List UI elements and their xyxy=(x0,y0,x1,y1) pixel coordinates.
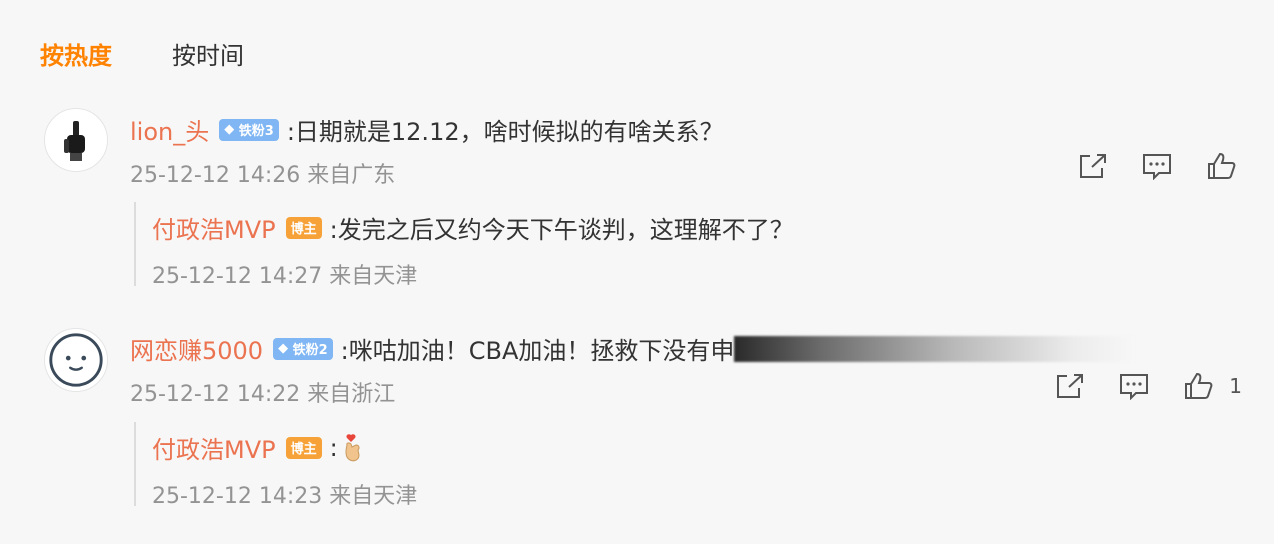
reply-item: 付政浩MVP 博主 : 25-12-12 14:23 来自天津 xyxy=(134,422,417,509)
blurred-text-overlay xyxy=(734,335,1135,362)
comment-actions xyxy=(1078,152,1242,180)
reply-username[interactable]: 付政浩MVP xyxy=(152,210,276,245)
reply-text: :发完之后又约今天下午谈判，这理解不了？ xyxy=(329,216,794,244)
finger-heart-emoji xyxy=(345,433,360,461)
avatar[interactable] xyxy=(44,328,108,392)
share-icon xyxy=(1057,374,1084,398)
comment-actions: 1 xyxy=(1055,372,1242,400)
fan-badge-label: 铁粉3 xyxy=(238,124,274,139)
comment-icon xyxy=(1120,374,1149,400)
tab-by-time[interactable]: 按时间 xyxy=(172,36,244,71)
avatar[interactable] xyxy=(44,108,108,172)
share-icon xyxy=(1080,154,1106,178)
reply-meta: 25-12-12 14:27 来自天津 xyxy=(152,264,418,289)
share-button[interactable] xyxy=(1055,372,1085,400)
host-badge: 博主 xyxy=(285,436,322,459)
reply-item: 付政浩MVP 博主 :发完之后又约今天下午谈判，这理解不了？ 25-12-12 … xyxy=(134,202,794,289)
like-button[interactable]: 1 xyxy=(1183,372,1242,400)
sort-tabs: 按热度 按时间 xyxy=(40,36,244,71)
like-count: 1 xyxy=(1229,374,1242,398)
comment-icon xyxy=(1143,154,1171,180)
reply-text: : xyxy=(329,433,338,462)
diamond-icon: ◆ xyxy=(278,341,289,356)
reply-meta: 25-12-12 14:23 来自天津 xyxy=(152,484,418,509)
username[interactable]: 网恋赚5000 xyxy=(130,331,263,366)
thumbs-up-icon xyxy=(1208,152,1236,179)
comment-button[interactable] xyxy=(1142,152,1172,180)
comment-text: :日期就是12.12，啥时候拟的有啥关系？ xyxy=(286,118,724,146)
reply-username[interactable]: 付政浩MVP xyxy=(152,430,276,465)
username[interactable]: lion_头 xyxy=(130,112,209,147)
diamond-icon: ◆ xyxy=(224,122,235,137)
comment-meta: 25-12-12 14:26 来自广东 xyxy=(130,163,396,188)
host-badge: 博主 xyxy=(285,216,322,239)
smiley-avatar-icon xyxy=(49,333,103,387)
middle-finger-avatar-icon xyxy=(58,115,94,165)
comment-button[interactable] xyxy=(1119,372,1149,400)
tab-by-hot[interactable]: 按热度 xyxy=(40,36,112,71)
comment-text: :咪咕加油！CBA加油！拯救下没有申 xyxy=(340,337,735,365)
share-button[interactable] xyxy=(1078,152,1108,180)
fan-badge-label: 铁粉2 xyxy=(292,343,328,358)
fan-badge[interactable]: ◆ 铁粉3 xyxy=(219,118,279,141)
fan-badge[interactable]: ◆ 铁粉2 xyxy=(273,337,333,360)
thumbs-up-icon xyxy=(1185,372,1213,399)
comment-meta: 25-12-12 14:22 来自浙江 xyxy=(130,382,396,407)
like-button[interactable] xyxy=(1206,152,1242,180)
